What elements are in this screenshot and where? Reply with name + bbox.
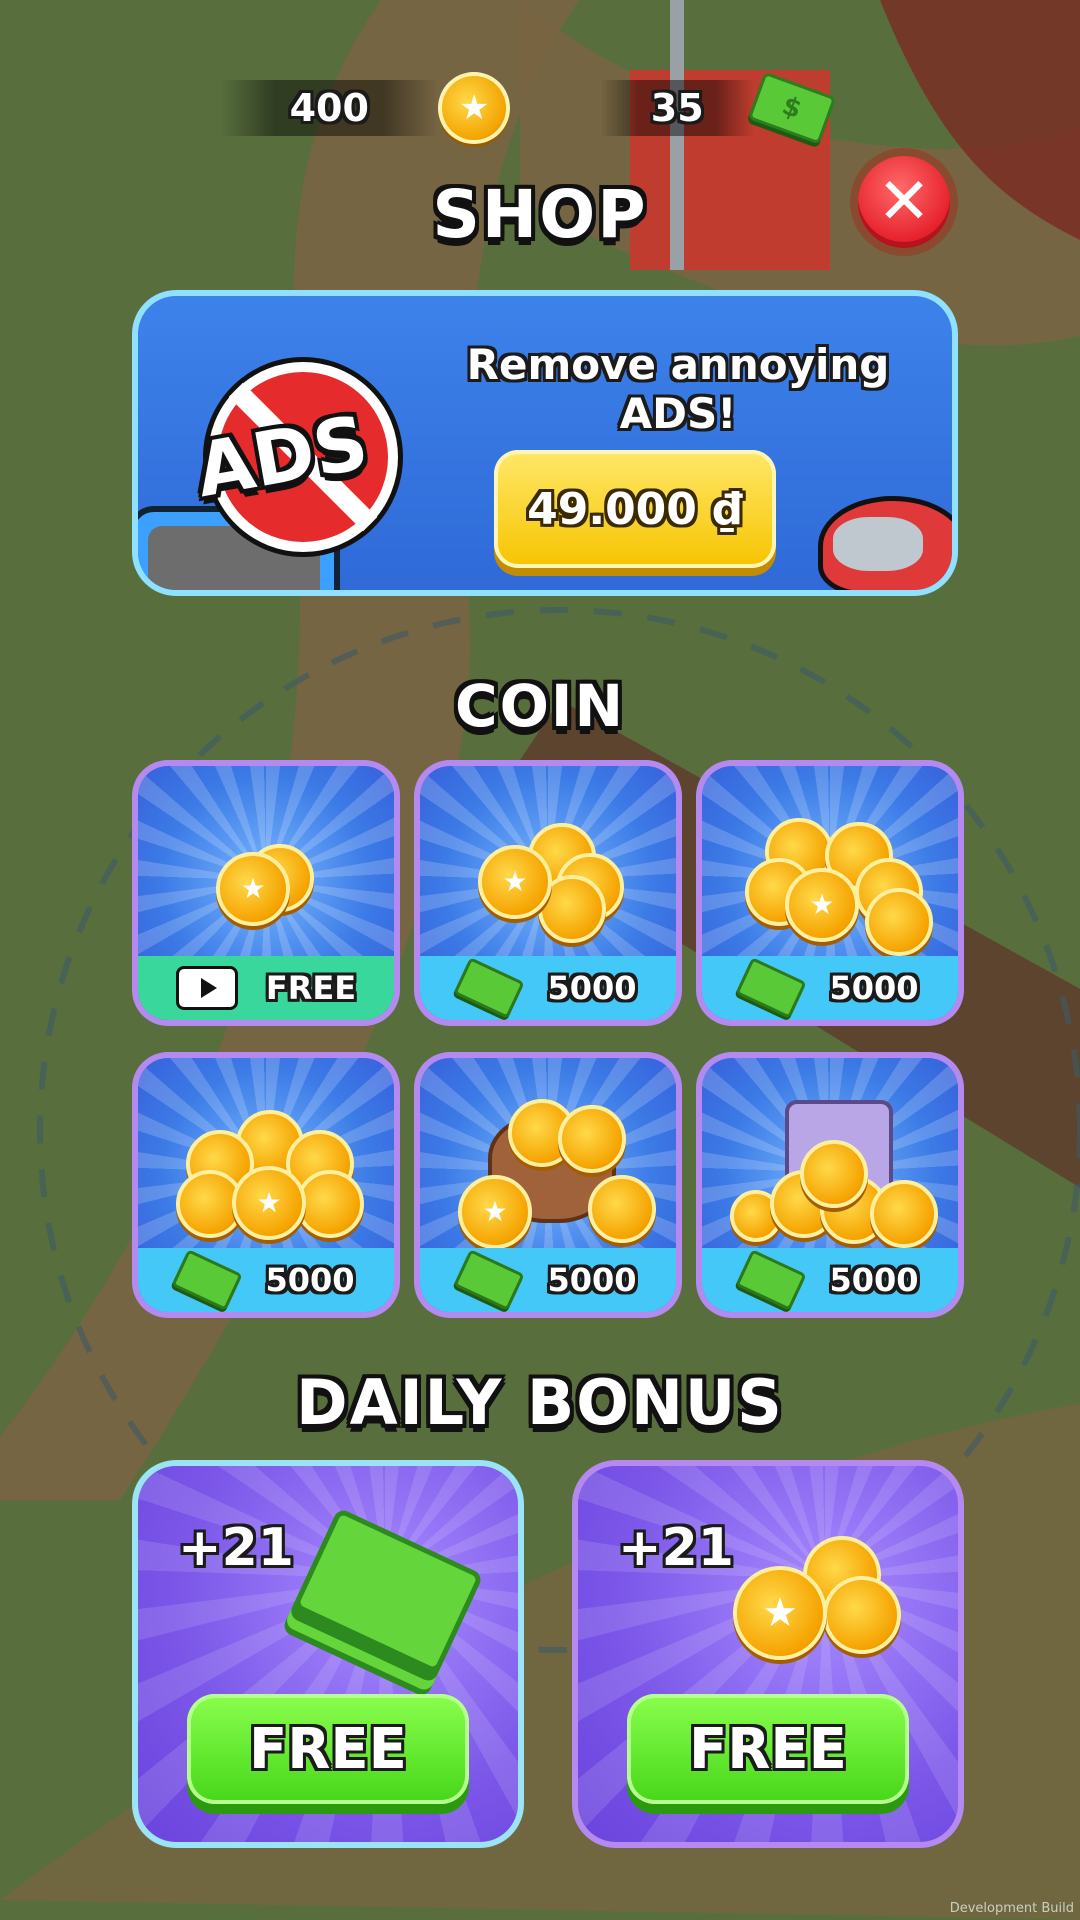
coin-section-title: COIN [455,672,625,740]
coin-pack-price: 5000 [829,969,919,1007]
coin-stack-icon: ★ [478,822,624,943]
coin-pack-price: 5000 [547,1261,637,1299]
cash-icon: $ [748,71,837,145]
coin-balance-value: 400 [289,86,369,130]
daily-coin-amount: +21 [618,1518,734,1578]
coin-pack-card[interactable]: 5000 [696,1052,964,1318]
daily-cash-card: +21 FREE [132,1460,524,1848]
coin-pack-card[interactable]: ★ FREE [132,760,400,1026]
coin-balance: 400 ★ [220,72,510,144]
cash-balance: 35 $ [600,71,837,145]
coin-stack-icon: ★ [176,1109,364,1240]
coin-pack-card[interactable]: ★ 5000 [696,760,964,1026]
remove-ads-price: 49.000 ₫ [527,483,743,535]
daily-cash-amount: +21 [178,1518,294,1578]
retro-tv-icon [818,496,952,590]
coin-stack-icon: ★ [745,817,933,956]
close-icon: ✕ [877,165,931,239]
coin-stack-icon: ★ [733,1536,901,1660]
claim-coins-button[interactable]: FREE [627,1694,909,1804]
cash-icon [735,1249,808,1311]
coin-pack-card[interactable]: ★ 5000 [132,1052,400,1318]
claim-coins-label: FREE [689,1716,847,1782]
coin-pack-price: 5000 [829,1261,919,1299]
coin-pack-price: 5000 [265,1261,355,1299]
video-ad-icon [175,966,238,1010]
remove-ads-price-button[interactable]: 49.000 ₫ [494,450,776,568]
daily-coin-card: +21 ★ FREE [572,1460,964,1848]
claim-cash-label: FREE [249,1716,407,1782]
cash-icon [735,957,808,1019]
cash-balance-value: 35 [650,86,704,130]
coin-pack-card[interactable]: ★ 5000 [414,760,682,1026]
cash-icon [171,1249,244,1311]
development-build-label: Development Build [949,1901,1074,1916]
remove-ads-headline: Remove annoying ADS! [466,340,890,438]
coin-pack-price: 5000 [547,969,637,1007]
coin-sack-icon: ★ [458,1098,656,1249]
coin-pack-card[interactable]: ★ 5000 [414,1052,682,1318]
claim-cash-button[interactable]: FREE [187,1694,469,1804]
coin-stack-icon: ★ [206,838,326,926]
coin-pack-price: FREE [265,969,357,1007]
remove-ads-banner: ADS Remove annoying ADS! 49.000 ₫ [132,290,958,596]
cash-icon [453,957,526,1019]
daily-bonus-title: DAILY BONUS [296,1366,784,1439]
treasure-chest-icon [730,1099,938,1248]
coin-icon: ★ [438,72,510,144]
cash-icon [453,1249,526,1311]
close-button[interactable]: ✕ [850,148,958,256]
